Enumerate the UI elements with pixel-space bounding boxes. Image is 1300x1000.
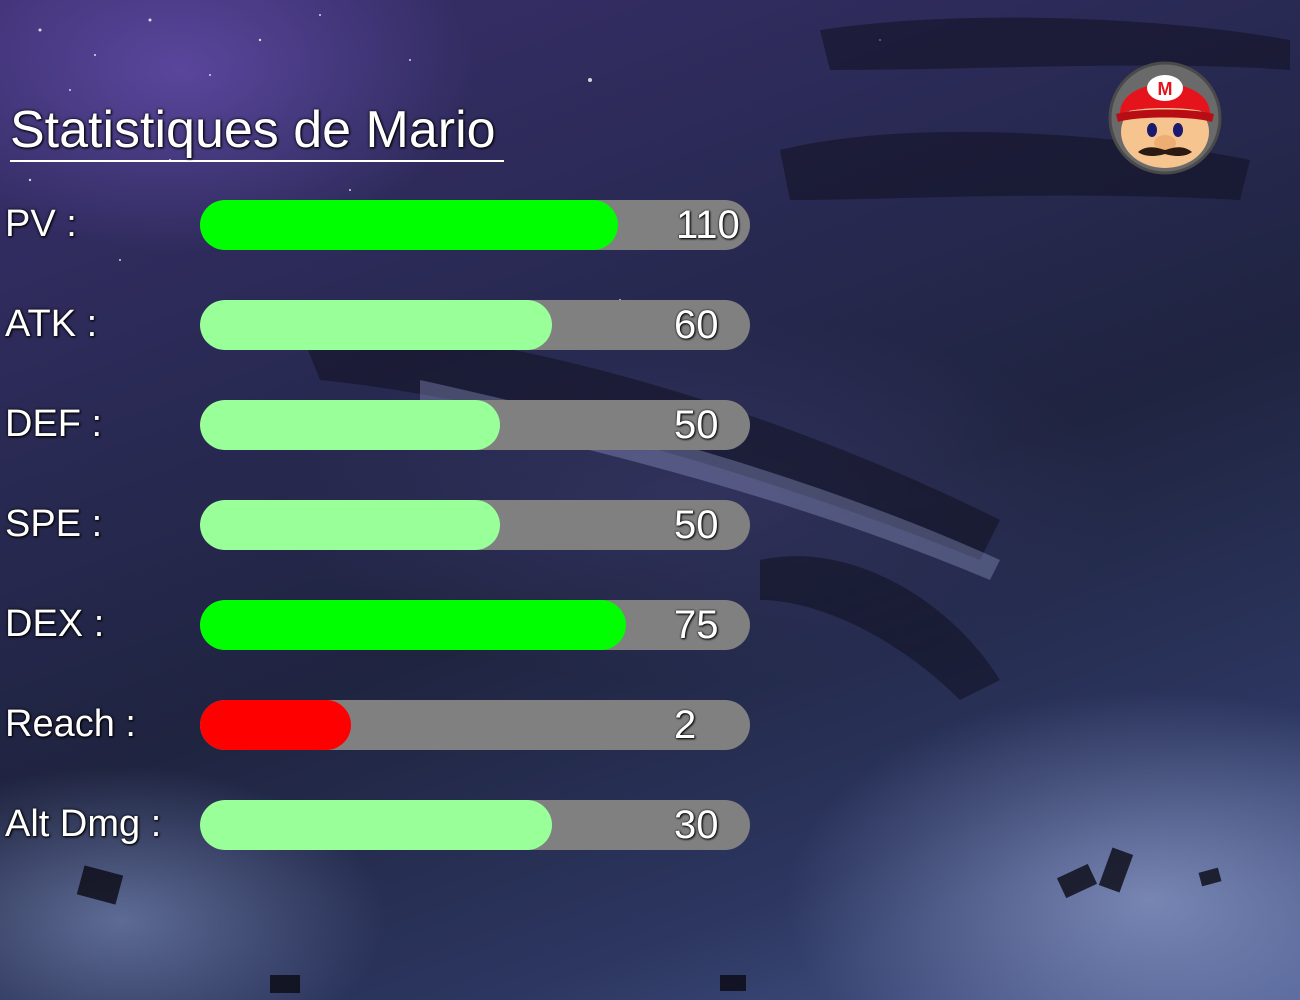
stat-value: 60: [674, 303, 719, 347]
debris: [76, 847, 1222, 993]
stat-bar-fill: [200, 700, 351, 750]
stat-label: PV :: [5, 203, 77, 245]
stat-label: SPE :: [5, 503, 103, 545]
stat-label: Reach :: [5, 703, 136, 745]
stat-row: Reach : 2: [0, 700, 760, 752]
page-title: Statistiques de Mario: [10, 100, 504, 162]
stat-bar: [200, 800, 750, 850]
cap-emblem: M: [1158, 79, 1173, 99]
stat-row: PV : 110: [0, 200, 760, 252]
stat-bar: [200, 400, 750, 450]
stat-bar-fill: [200, 400, 500, 450]
stat-bar-fill: [200, 500, 500, 550]
mario-face-icon: M: [1108, 61, 1222, 175]
stat-label: ATK :: [5, 303, 98, 345]
stat-bar: [200, 500, 750, 550]
stat-label: DEX :: [5, 603, 105, 645]
stat-bar-fill: [200, 200, 618, 250]
stat-value: 50: [674, 403, 719, 447]
stat-value: 75: [674, 603, 719, 647]
stat-bar: [200, 600, 750, 650]
stat-bar-fill: [200, 600, 626, 650]
stat-value: 2: [674, 703, 697, 747]
stat-row: ATK : 60: [0, 300, 760, 352]
stat-bar: [200, 200, 750, 250]
stat-row: DEF : 50: [0, 400, 760, 452]
stat-label: Alt Dmg :: [5, 803, 162, 845]
stat-bar-fill: [200, 300, 552, 350]
stat-row: Alt Dmg : 30: [0, 800, 760, 852]
stat-value: 50: [674, 503, 719, 547]
stat-value: 110: [676, 203, 740, 247]
stat-bar: [200, 300, 750, 350]
stat-row: DEX : 75: [0, 600, 760, 652]
stat-value: 30: [674, 803, 719, 847]
stat-bar: [200, 700, 750, 750]
stat-bar-fill: [200, 800, 552, 850]
stat-label: DEF :: [5, 403, 103, 445]
mario-portrait: M: [1108, 52, 1222, 176]
stat-row: SPE : 50: [0, 500, 760, 552]
